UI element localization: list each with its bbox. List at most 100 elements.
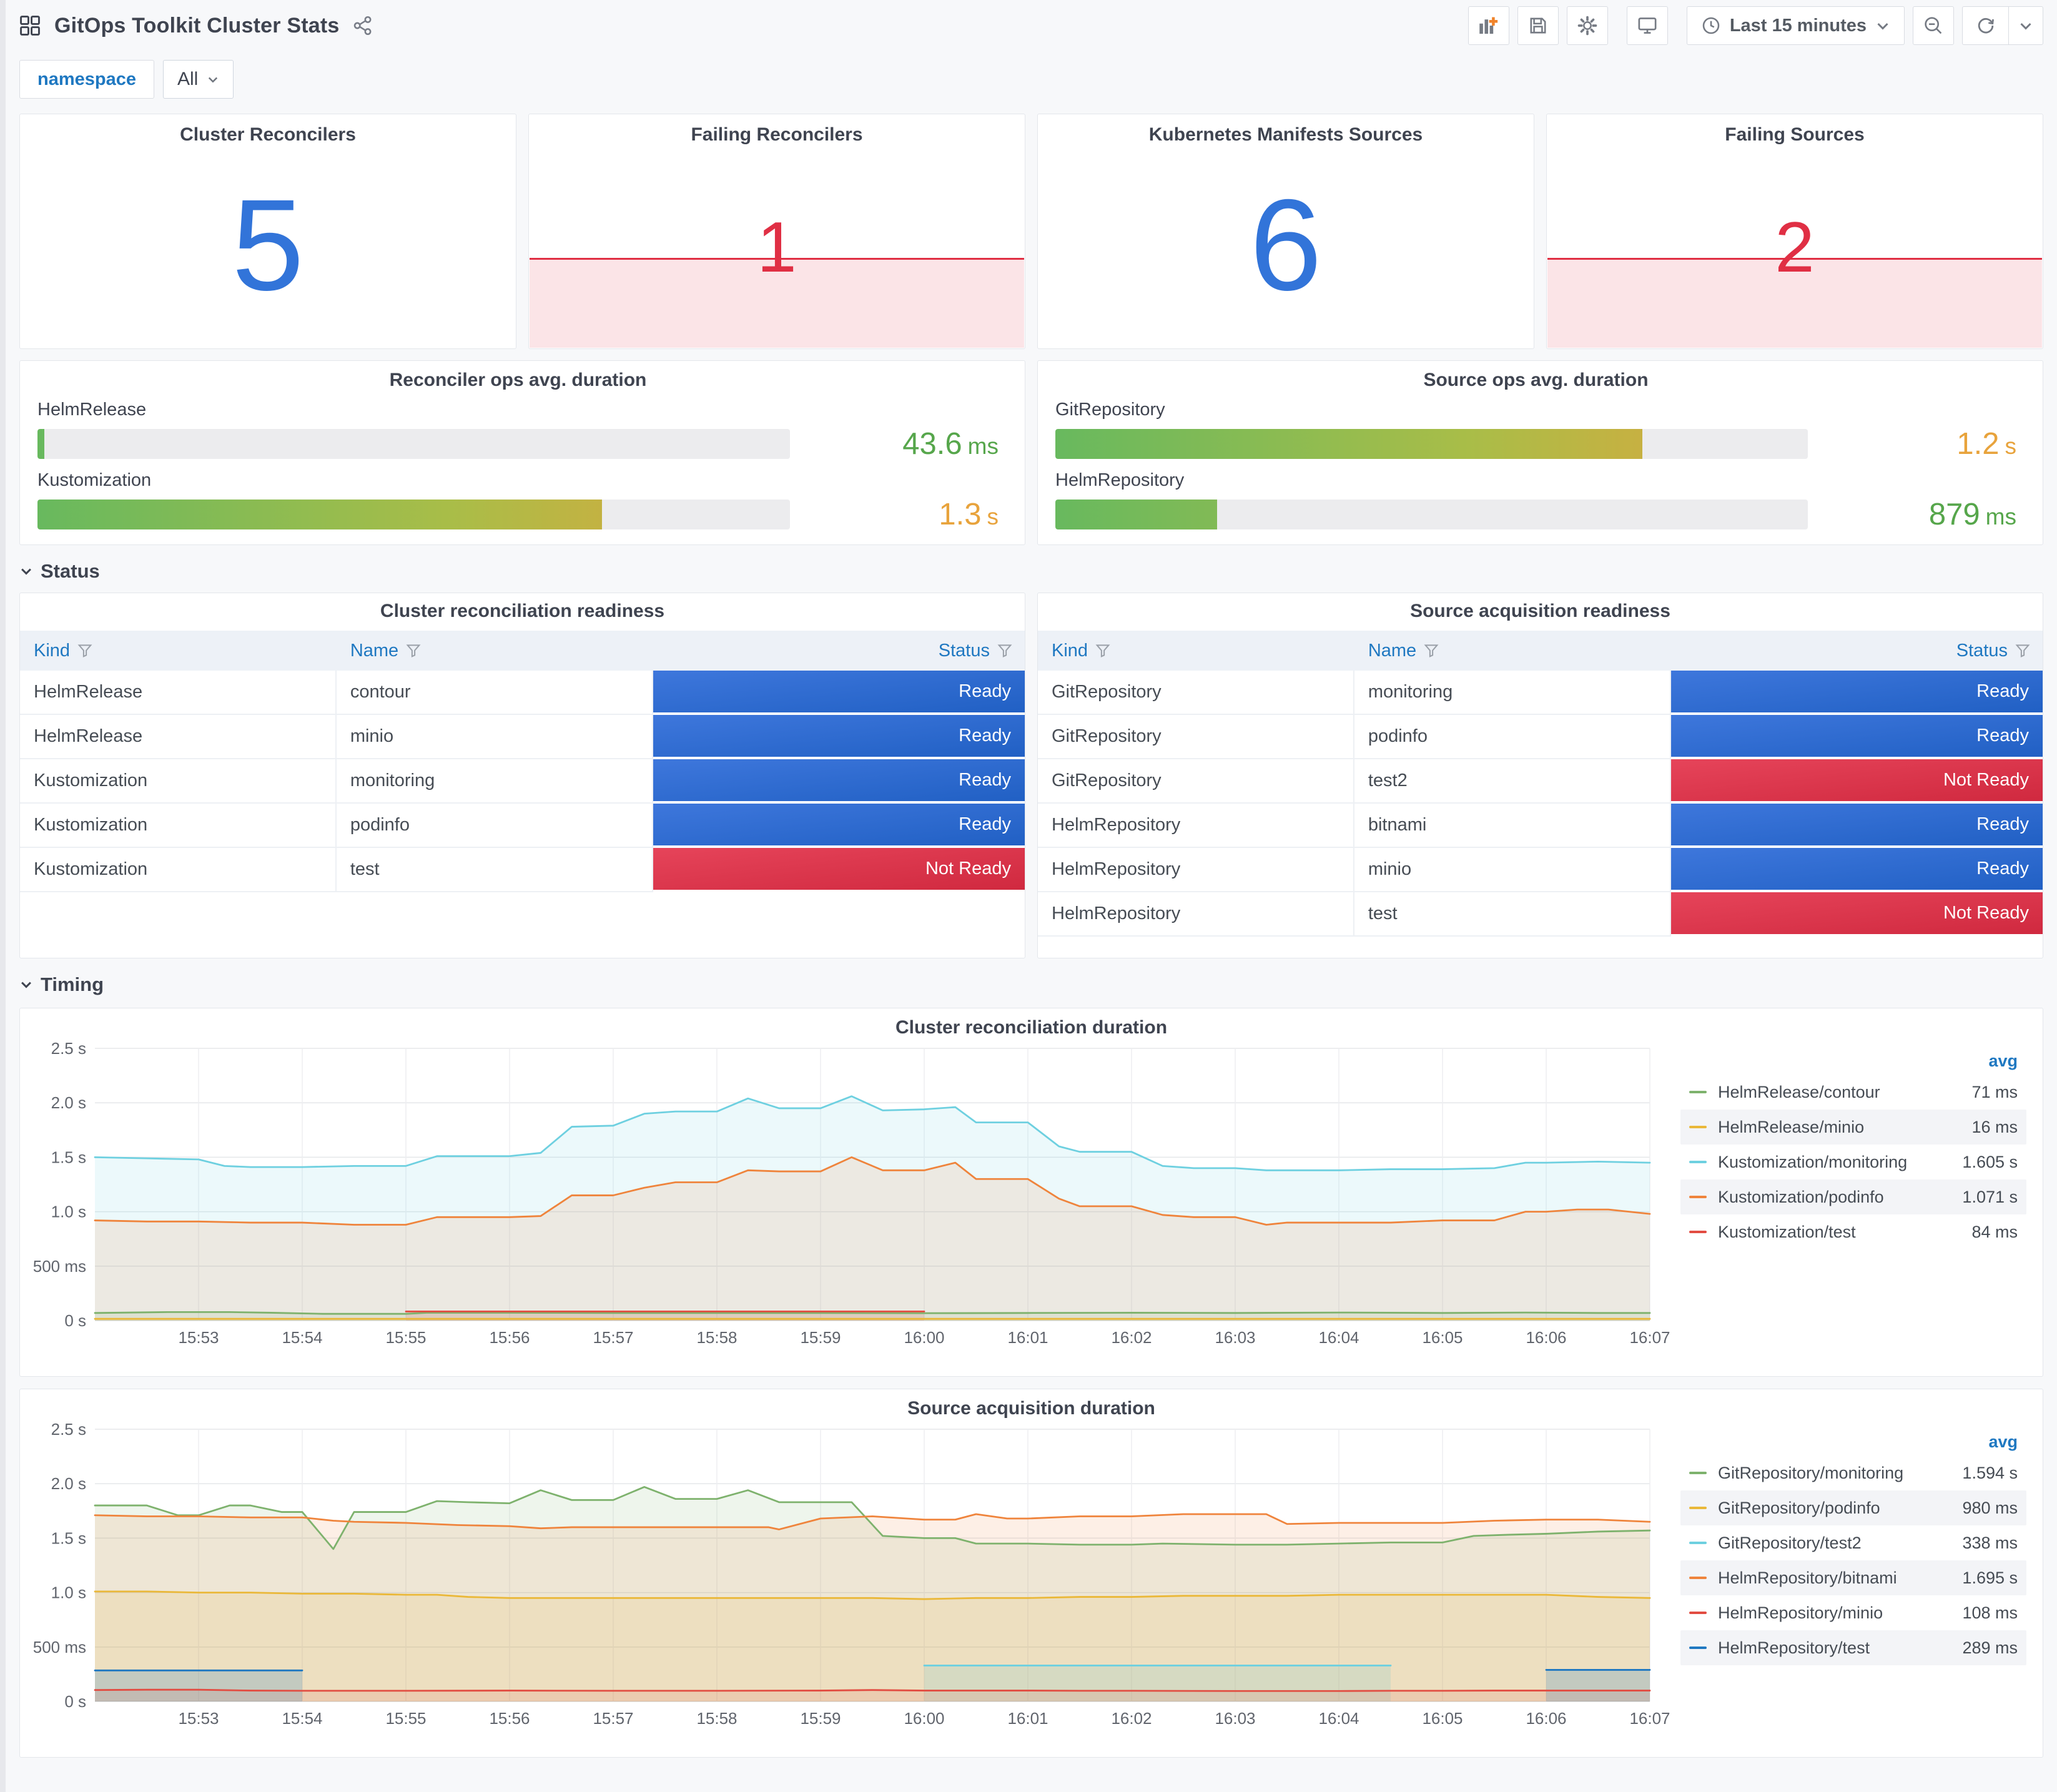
- readiness-tables-row: Cluster reconciliation readiness Kind Name…: [19, 593, 2043, 958]
- column-header-label: Kind: [34, 640, 71, 661]
- namespace-variable-dropdown[interactable]: All: [163, 60, 234, 99]
- apps-grid-icon[interactable]: [19, 15, 41, 36]
- legend-item[interactable]: HelmRelease/minio 16 ms: [1680, 1110, 2026, 1145]
- gauge-row-label: HelmRepository: [1055, 470, 1185, 490]
- column-header-kind[interactable]: Kind: [20, 641, 337, 661]
- dashboard-toolbar: Last 15 minutes: [1460, 6, 2043, 45]
- legend-item[interactable]: GitRepository/podinfo 980 ms: [1680, 1490, 2026, 1525]
- gauge-panel-source-ops-avg-duration: Source ops avg. duration GitRepository 1.2…: [1037, 360, 2043, 545]
- legend-item[interactable]: HelmRelease/contour 71 ms: [1680, 1075, 2026, 1110]
- column-header-name[interactable]: Name: [337, 641, 653, 661]
- stat-panel-cluster-reconcilers: Cluster Reconcilers 5: [19, 114, 516, 349]
- gauge-row: 879 ms: [1055, 497, 2016, 532]
- svg-text:15:59: 15:59: [800, 1328, 841, 1347]
- cell-kind: GitRepository: [1038, 759, 1354, 804]
- chart-plot[interactable]: 0 s 500 ms 1.0 s 1.5 s 2.0 s 2.5 s 15:53 15:54 1…: [32, 1038, 1680, 1371]
- table-panel-source-acquisition-readiness: Source acquisition readiness Kind Name Stat…: [1037, 593, 2043, 958]
- section-status[interactable]: Status: [19, 560, 2043, 583]
- legend-series-swatch: [1689, 1647, 1707, 1649]
- legend-item[interactable]: GitRepository/monitoring 1.594 s: [1680, 1455, 2026, 1490]
- filter-funnel-icon[interactable]: [77, 643, 92, 658]
- column-header-status[interactable]: Status: [653, 641, 1025, 661]
- svg-text:16:06: 16:06: [1526, 1328, 1566, 1347]
- legend-series-name: GitRepository/test2: [1718, 1533, 1862, 1552]
- table-header-row: Kind Name Status: [20, 631, 1025, 671]
- filter-funnel-icon[interactable]: [406, 643, 421, 658]
- legend-item[interactable]: HelmRepository/bitnami 1.695 s: [1680, 1560, 2026, 1595]
- dashboard-settings-button[interactable]: [1566, 6, 1608, 45]
- legend-item[interactable]: Kustomization/podinfo 1.071 s: [1680, 1179, 2026, 1214]
- share-icon[interactable]: [353, 16, 373, 36]
- legend-series-swatch: [1689, 1507, 1707, 1509]
- time-range-picker[interactable]: Last 15 minutes: [1686, 6, 1905, 45]
- gauge-row: 1.3 s: [37, 497, 999, 532]
- legend-series-name: Kustomization/podinfo: [1718, 1187, 1884, 1206]
- cell-status: Ready: [1670, 715, 2043, 759]
- legend-value-header[interactable]: avg: [1680, 1047, 2026, 1075]
- svg-text:2.5 s: 2.5 s: [51, 1420, 86, 1439]
- status-badge: Not Ready: [1670, 759, 2043, 801]
- legend-item[interactable]: Kustomization/test 84 ms: [1680, 1214, 2026, 1249]
- svg-text:16:02: 16:02: [1111, 1709, 1152, 1728]
- refresh-interval-dropdown[interactable]: [2008, 6, 2043, 45]
- status-badge: Ready: [653, 671, 1025, 712]
- legend-series-swatch: [1689, 1161, 1707, 1163]
- gauge-value: 43.6 ms: [902, 427, 999, 461]
- column-header-name[interactable]: Name: [1354, 641, 1671, 661]
- legend-item[interactable]: GitRepository/test2 338 ms: [1680, 1525, 2026, 1560]
- gauge-panel-reconciler-ops-avg-duration: Reconciler ops avg. duration HelmRelease 4…: [19, 360, 1025, 545]
- filter-funnel-icon[interactable]: [1095, 643, 1110, 658]
- panel-title[interactable]: Failing Reconcilers: [529, 114, 1025, 145]
- panel-title[interactable]: Reconciler ops avg. duration: [37, 370, 999, 391]
- gauge-gradient: [1055, 500, 1218, 529]
- filter-funnel-icon[interactable]: [2015, 643, 2030, 658]
- chart-plot[interactable]: 0 s 500 ms 1.0 s 1.5 s 2.0 s 2.5 s 15:53 15:54 1…: [32, 1419, 1680, 1752]
- zoom-out-button[interactable]: [1913, 6, 1954, 45]
- gauge-fill: [1055, 500, 1218, 529]
- svg-text:2.0 s: 2.0 s: [51, 1093, 86, 1112]
- legend-series-swatch: [1689, 1196, 1707, 1198]
- svg-text:15:54: 15:54: [282, 1328, 322, 1347]
- svg-text:15:55: 15:55: [385, 1709, 426, 1728]
- clock-icon: [1701, 16, 1721, 36]
- panel-title[interactable]: Failing Sources: [1547, 114, 2043, 145]
- filter-funnel-icon[interactable]: [997, 643, 1012, 658]
- panel-title[interactable]: Cluster reconciliation duration: [32, 1017, 2030, 1038]
- column-header-label: Name: [1368, 640, 1417, 661]
- status-badge: Ready: [1670, 848, 2043, 890]
- cell-kind: Kustomization: [20, 848, 337, 892]
- section-timing[interactable]: Timing: [19, 973, 2043, 996]
- cell-kind: Kustomization: [20, 759, 337, 804]
- stat-value: 6: [1250, 173, 1322, 318]
- panel-title[interactable]: Cluster reconciliation readiness: [20, 601, 1025, 622]
- gauge-value: 1.2 s: [1956, 427, 2016, 461]
- legend-item[interactable]: Kustomization/monitoring 1.605 s: [1680, 1145, 2026, 1179]
- panel-title[interactable]: Source ops avg. duration: [1055, 370, 2016, 391]
- svg-text:0 s: 0 s: [64, 1311, 86, 1330]
- panel-title[interactable]: Kubernetes Manifests Sources: [1038, 114, 1534, 145]
- refresh-button[interactable]: [1962, 6, 2008, 45]
- legend-value-header[interactable]: avg: [1680, 1428, 2026, 1455]
- column-header-kind[interactable]: Kind: [1038, 641, 1354, 661]
- column-header-label: Kind: [1052, 640, 1088, 661]
- template-variables-row: namespace All: [19, 60, 2043, 99]
- column-header-status[interactable]: Status: [1671, 641, 2043, 661]
- add-panel-button[interactable]: [1468, 6, 1509, 45]
- svg-text:16:01: 16:01: [1007, 1328, 1048, 1347]
- panel-title[interactable]: Source acquisition readiness: [1038, 601, 2043, 622]
- cycle-view-mode-button[interactable]: [1626, 6, 1668, 45]
- gauge-row-label: GitRepository: [1055, 400, 1165, 420]
- cell-name: monitoring: [336, 759, 653, 804]
- stat-panels-row: Cluster Reconcilers 5 Failing Reconcilers 1…: [19, 114, 2043, 349]
- section-status-label: Status: [41, 560, 100, 582]
- cell-kind: HelmRepository: [1038, 892, 1354, 937]
- gauge-fill: [37, 500, 602, 529]
- panel-title[interactable]: Cluster Reconcilers: [20, 114, 516, 145]
- panel-title[interactable]: Source acquisition duration: [32, 1398, 2030, 1419]
- svg-text:16:06: 16:06: [1526, 1709, 1566, 1728]
- filter-funnel-icon[interactable]: [1424, 643, 1439, 658]
- save-dashboard-button[interactable]: [1517, 6, 1559, 45]
- legend-item[interactable]: HelmRepository/test 289 ms: [1680, 1630, 2026, 1665]
- legend-series-name: HelmRelease/minio: [1718, 1117, 1865, 1136]
- legend-item[interactable]: HelmRepository/minio 108 ms: [1680, 1595, 2026, 1630]
